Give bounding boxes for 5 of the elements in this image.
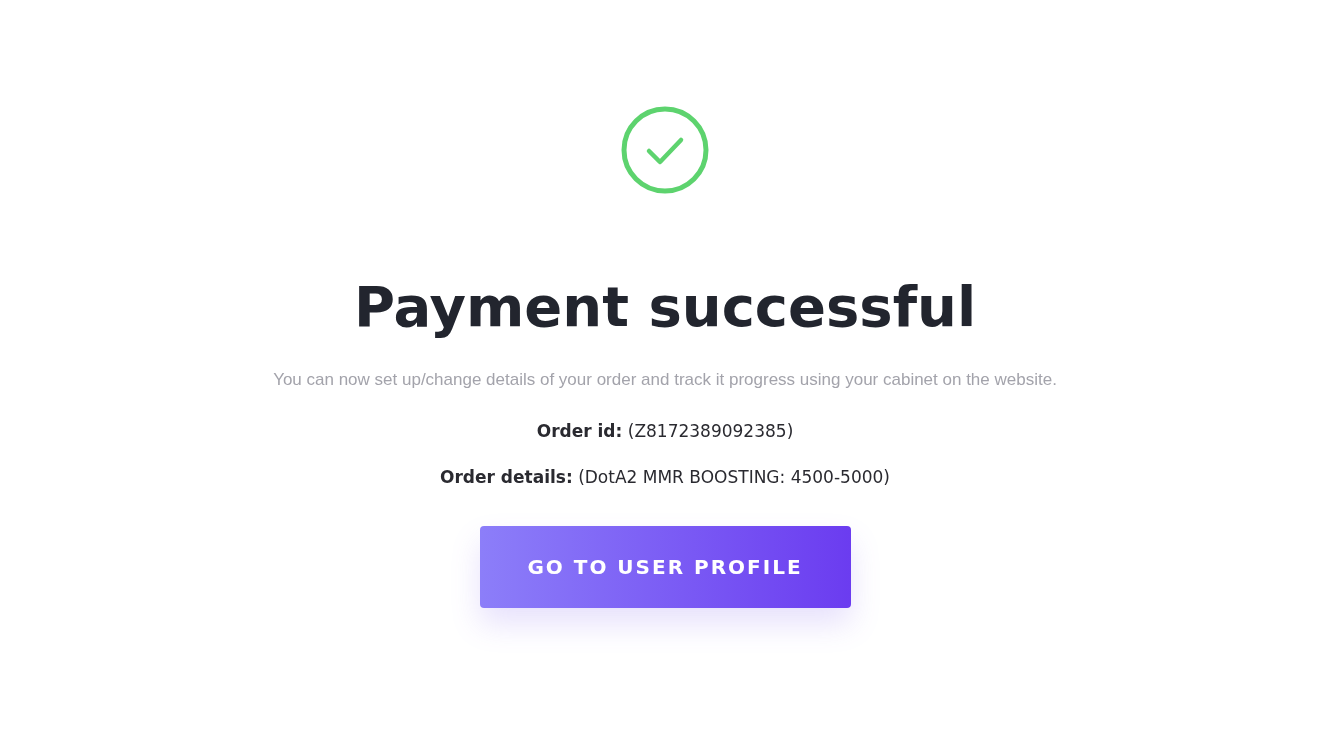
profile-button[interactable]: GO TO USER PROFILE	[479, 526, 851, 609]
order-info: Order details: (DotA2 MMR BOOSTING: 4500-5000)	[440, 466, 890, 490]
order-info: Order id: (Z8172389092385)	[536, 420, 794, 444]
page-title: Payment successful	[353, 273, 977, 341]
info-message: You can now set up/change details of your order and track it progress using your cabinet on the website.	[273, 370, 1057, 391]
